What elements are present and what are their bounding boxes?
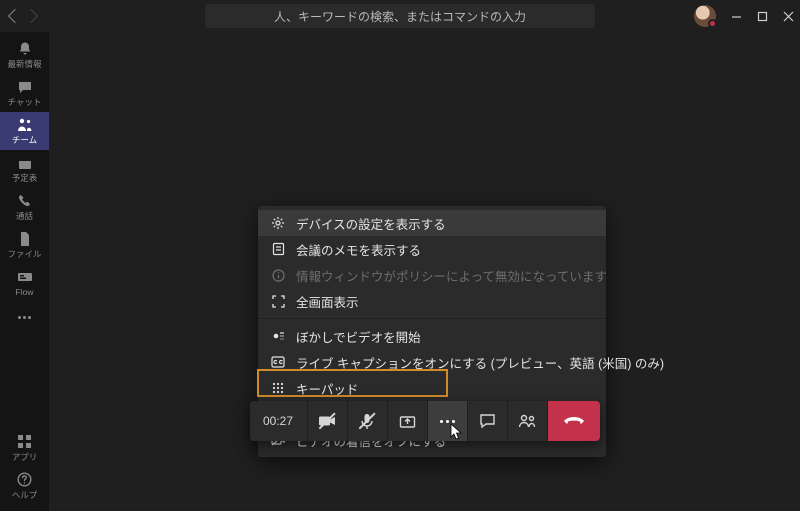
- rail-label: Flow: [16, 287, 34, 297]
- bell-icon: [16, 41, 34, 57]
- menu-show-meeting-notes[interactable]: 会議のメモを表示する: [258, 236, 606, 262]
- camera-icon: [318, 414, 336, 428]
- presence-dot: [708, 19, 717, 28]
- ellipsis-icon: [440, 420, 455, 423]
- keypad-icon: [270, 380, 286, 396]
- file-icon: [16, 231, 34, 247]
- cursor-icon: [450, 423, 464, 441]
- rail-apps[interactable]: アプリ: [0, 429, 49, 467]
- rail-activity[interactable]: 最新情報: [0, 36, 49, 74]
- avatar[interactable]: [694, 5, 716, 27]
- rail-label: チャット: [8, 96, 42, 108]
- chevron-right-icon: [24, 9, 38, 23]
- window-close-button[interactable]: [782, 10, 794, 22]
- rail-label: アプリ: [12, 451, 38, 463]
- flow-icon: [16, 270, 34, 286]
- camera-toggle-button[interactable]: [308, 401, 348, 441]
- help-icon: [16, 472, 34, 488]
- menu-fullscreen[interactable]: 全画面表示: [258, 288, 606, 314]
- chevron-left-icon: [8, 9, 22, 23]
- body: 最新情報 チャット チーム 予定表 通話 ファイル: [0, 32, 800, 511]
- nav-buttons: [0, 11, 36, 21]
- search-placeholder: 人、キーワードの検索、またはコマンドの入力: [274, 8, 526, 25]
- cc-icon: [270, 354, 286, 370]
- info-icon: [270, 267, 286, 283]
- menu-label: ライブ キャプションをオンにする (プレビュー、英語 (米国) のみ): [296, 353, 664, 372]
- participants-button[interactable]: [508, 401, 548, 441]
- window-maximize-button[interactable]: [756, 10, 768, 22]
- rail-label: ヘルプ: [12, 489, 38, 501]
- menu-info-disabled: 情報ウィンドウがポリシーによって無効になっています: [258, 262, 606, 288]
- hangup-button[interactable]: [548, 401, 600, 441]
- menu-label: 会議のメモを表示する: [296, 240, 421, 259]
- timer-text: 00:27: [263, 414, 293, 428]
- share-icon: [399, 414, 416, 429]
- meeting-stage: デバイスの設定を表示する 会議のメモを表示する 情報ウィンドウがポリシーによって…: [49, 32, 800, 511]
- rail-calls[interactable]: 通話: [0, 188, 49, 226]
- apps-icon: [16, 434, 34, 450]
- titlebar-right: [694, 5, 794, 27]
- chat-button[interactable]: [468, 401, 508, 441]
- call-timer: 00:27: [250, 401, 308, 441]
- menu-label: 全画面表示: [296, 292, 359, 311]
- blur-icon: [270, 328, 286, 344]
- mic-toggle-button[interactable]: [348, 401, 388, 441]
- title-bar: 人、キーワードの検索、またはコマンドの入力: [0, 0, 800, 32]
- rail-label: 通話: [16, 210, 33, 222]
- people-icon: [518, 414, 537, 429]
- ellipsis-icon: [18, 316, 31, 319]
- chat-icon: [16, 79, 34, 95]
- calendar-icon: [16, 155, 34, 171]
- rail-label: ファイル: [7, 248, 41, 260]
- menu-label: 情報ウィンドウがポリシーによって無効になっています: [296, 266, 607, 285]
- fullscreen-icon: [270, 293, 286, 309]
- menu-blur-video[interactable]: ぼかしでビデオを開始: [258, 323, 606, 349]
- meeting-control-bar: 00:27: [250, 401, 600, 441]
- phone-icon: [16, 193, 34, 209]
- rail-files[interactable]: ファイル: [0, 226, 49, 264]
- menu-keypad[interactable]: キーパッド: [258, 375, 606, 401]
- menu-separator: [258, 318, 606, 319]
- share-button[interactable]: [388, 401, 428, 441]
- rail-more[interactable]: [0, 302, 49, 332]
- rail-calendar[interactable]: 予定表: [0, 150, 49, 188]
- window-minimize-button[interactable]: [730, 10, 742, 22]
- rail-help[interactable]: ヘルプ: [0, 467, 49, 505]
- chat-icon: [479, 413, 496, 429]
- menu-label: キーパッド: [296, 379, 358, 398]
- mic-icon: [360, 413, 374, 430]
- left-rail: 最新情報 チャット チーム 予定表 通話 ファイル: [0, 32, 49, 511]
- gear-icon: [270, 215, 286, 231]
- forward-button[interactable]: [26, 11, 36, 21]
- menu-label: デバイスの設定を表示する: [296, 214, 446, 233]
- notes-icon: [270, 241, 286, 257]
- rail-label: 最新情報: [7, 58, 41, 70]
- rail-flow[interactable]: Flow: [0, 264, 49, 302]
- rail-chat[interactable]: チャット: [0, 74, 49, 112]
- back-button[interactable]: [10, 11, 20, 21]
- menu-live-captions[interactable]: ライブ キャプションをオンにする (プレビュー、英語 (米国) のみ): [258, 349, 606, 375]
- rail-label: チーム: [12, 134, 37, 146]
- app-root: 人、キーワードの検索、またはコマンドの入力 最新情報 チャット チーム: [0, 0, 800, 511]
- search-input[interactable]: 人、キーワードの検索、またはコマンドの入力: [205, 4, 595, 28]
- rail-label: 予定表: [12, 172, 38, 184]
- menu-show-device-settings[interactable]: デバイスの設定を表示する: [258, 210, 606, 236]
- teams-icon: [16, 117, 34, 133]
- rail-teams[interactable]: チーム: [0, 112, 49, 150]
- menu-label: ぼかしでビデオを開始: [296, 327, 421, 346]
- hangup-icon: [563, 415, 585, 427]
- more-actions-button[interactable]: [428, 401, 468, 441]
